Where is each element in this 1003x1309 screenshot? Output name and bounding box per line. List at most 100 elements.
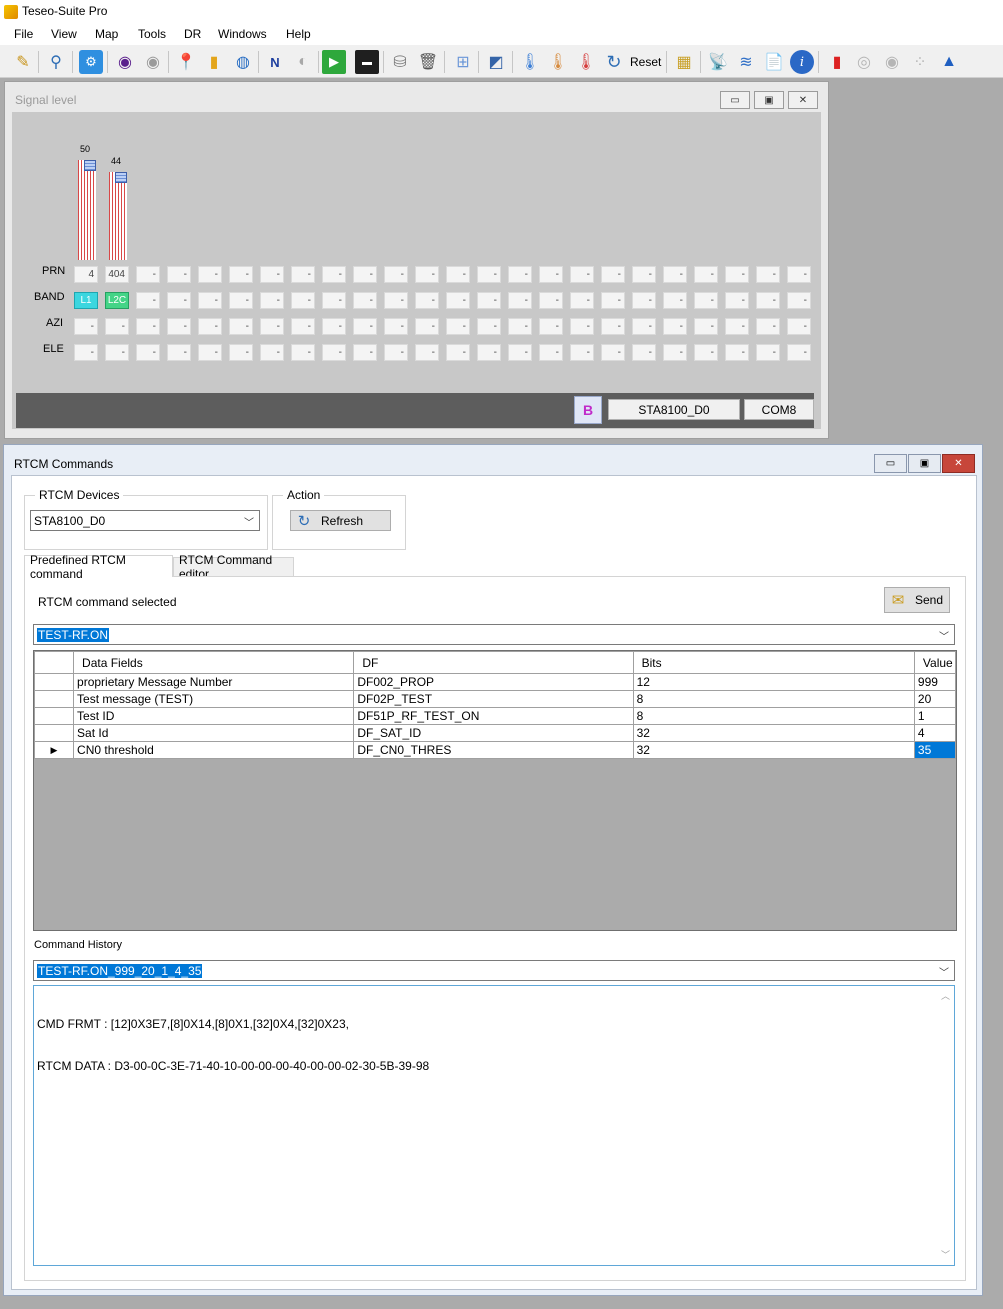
band-empty-cell: - — [260, 292, 284, 309]
command-history-select[interactable]: TEST-RF.ON_999_20_1_4_35 ﹀ — [33, 960, 955, 981]
table-row-current[interactable]: ▶ CN0 threshold DF_CN0_THRES 32 35 — [33, 741, 957, 759]
terminal-icon[interactable]: ▬ — [355, 50, 379, 74]
toolbar-separator — [818, 51, 819, 73]
ele-empty-cell: - — [446, 344, 470, 361]
close-button[interactable]: ✕ — [788, 91, 818, 109]
scroll-up-icon[interactable]: ︿ — [941, 989, 950, 1003]
edit-notepad-icon[interactable]: ✎ — [11, 50, 35, 74]
menu-help[interactable]: Help — [286, 27, 311, 41]
table-row[interactable]: Test message (TEST) DF02P_TEST 8 20 — [33, 690, 957, 708]
search-icon[interactable]: ⚲ — [44, 50, 68, 74]
value-cell[interactable]: 999 — [913, 673, 957, 691]
prn-empty-cell: - — [477, 266, 501, 283]
app-logo-icon — [4, 5, 18, 19]
restore-button[interactable]: ▣ — [754, 91, 784, 109]
band-empty-cell: - — [384, 292, 408, 309]
settings-gear-icon[interactable]: ⚙ — [79, 50, 103, 74]
menu-tools[interactable]: Tools — [138, 27, 166, 41]
value-cell-selected[interactable]: 35 — [913, 741, 957, 759]
satellite-window-icon[interactable]: ◩ — [484, 50, 508, 74]
tab-predefined-rtcm-command[interactable]: Predefined RTCM command — [24, 553, 173, 581]
document-chart-icon[interactable]: 📄 — [762, 50, 786, 74]
menu-view[interactable]: View — [51, 27, 77, 41]
eye-disabled-icon[interactable]: ◉ — [141, 50, 165, 74]
df-cell: DF51P_RF_TEST_ON — [353, 707, 634, 725]
trash-icon[interactable]: 🗑 — [416, 50, 440, 74]
antenna-icon[interactable]: 📡 — [706, 50, 730, 74]
value-cell[interactable]: 4 — [913, 724, 957, 742]
nmea-disabled-icon[interactable]: ◐ — [291, 50, 315, 74]
play-icon[interactable]: ▶ — [322, 50, 346, 74]
rtcm-device-select[interactable]: STA8100_D0 ﹀ — [30, 510, 260, 531]
toolbar-separator — [383, 51, 384, 73]
current-row-arrow-icon[interactable]: ▶ — [33, 741, 75, 759]
menu-file[interactable]: File — [14, 27, 33, 41]
ele-empty-cell: - — [322, 344, 346, 361]
map-layers-icon[interactable]: ▦ — [672, 50, 696, 74]
reset-icon[interactable]: ↻ — [602, 50, 626, 74]
command-output-textarea[interactable]: CMD FRMT : [12]0X3E7,[8]0X14,[8]0X1,[32]… — [33, 985, 955, 1266]
column-header-df[interactable]: DF — [353, 651, 634, 674]
warning-triangle-icon[interactable]: ▲ — [937, 50, 961, 74]
table-row[interactable]: Test ID DF51P_RF_TEST_ON 8 1 — [33, 707, 957, 725]
rtcm-command-select[interactable]: TEST-RF.ON ﹀ — [33, 624, 955, 645]
menu-dr[interactable]: DR — [184, 27, 201, 41]
band-empty-cell: - — [477, 292, 501, 309]
minimize-button[interactable]: ▭ — [874, 454, 907, 473]
nmea-icon[interactable]: N — [263, 50, 287, 74]
thermometer-hot-icon[interactable]: 🌡 — [574, 50, 598, 74]
prn-empty-cell: - — [384, 266, 408, 283]
value-cell[interactable]: 20 — [913, 690, 957, 708]
restore-button[interactable]: ▣ — [908, 454, 941, 473]
predefined-command-panel: RTCM command selected ✉ Send TEST-RF.ON … — [24, 576, 966, 1281]
row-header-corner — [33, 651, 75, 674]
map-pin-icon[interactable]: 📍 — [174, 50, 198, 74]
rtcm-devices-group: RTCM Devices STA8100_D0 ﹀ — [24, 488, 268, 550]
com-port-box: COM8 — [744, 399, 814, 420]
azi-empty-cell: - — [508, 318, 532, 335]
row-selector[interactable] — [33, 673, 75, 691]
info-icon[interactable]: i — [790, 50, 814, 74]
scroll-down-icon[interactable]: ﹀ — [941, 1248, 950, 1262]
row-selector[interactable] — [33, 690, 75, 708]
database-icon[interactable]: ⛁ — [388, 50, 412, 74]
send-mail-icon: ✉ — [891, 592, 905, 609]
table-row[interactable]: Sat Id DF_SAT_ID 32 4 — [33, 724, 957, 742]
row-selector[interactable] — [33, 724, 75, 742]
bar-chart-icon[interactable]: ▮ — [202, 50, 226, 74]
thermometer-cold-icon[interactable]: 🌡 — [518, 50, 542, 74]
ele-empty-cell: - — [415, 344, 439, 361]
chevron-down-icon[interactable]: ﹀ — [939, 628, 949, 643]
signal-wave-icon[interactable]: ≋ — [734, 50, 758, 74]
app-title-bar: Teseo-Suite Pro — [0, 0, 1003, 23]
chevron-down-icon[interactable]: ﹀ — [244, 514, 254, 529]
value-cell[interactable]: 1 — [913, 707, 957, 725]
table-row[interactable]: proprietary Message Number DF002_PROP 12… — [33, 673, 957, 691]
ele-empty-cell: - — [384, 344, 408, 361]
satellites-disabled-icon[interactable]: ⁘ — [908, 50, 932, 74]
signal-bar-value: 50 — [80, 144, 91, 154]
row-selector[interactable] — [33, 707, 75, 725]
minimize-button[interactable]: ▭ — [720, 91, 750, 109]
disabled-tool-icon[interactable]: ◎ — [852, 50, 876, 74]
chevron-down-icon[interactable]: ﹀ — [939, 964, 949, 979]
menu-windows[interactable]: Windows — [218, 27, 267, 41]
menu-map[interactable]: Map — [95, 27, 118, 41]
globe-icon[interactable]: ◍ — [231, 50, 255, 74]
thermometer-warm-icon[interactable]: 🌡 — [546, 50, 570, 74]
column-header-value[interactable]: Value — [913, 651, 957, 674]
close-button[interactable]: ✕ — [942, 454, 975, 473]
tab-rtcm-command-editor[interactable]: RTCM Command editor — [173, 553, 294, 581]
column-header-data-fields[interactable]: Data Fields — [73, 651, 355, 674]
send-button[interactable]: ✉ Send — [884, 587, 950, 613]
eye-search-disabled-icon[interactable]: ◉ — [880, 50, 904, 74]
band-empty-cell: - — [229, 292, 253, 309]
graph-icon[interactable]: ⊞ — [451, 50, 475, 74]
column-header-bits[interactable]: Bits — [632, 651, 915, 674]
signal-stop-icon[interactable]: ▮ — [825, 50, 849, 74]
refresh-button[interactable]: ↻ Refresh — [290, 510, 391, 531]
reset-label[interactable]: Reset — [630, 55, 661, 69]
board-config-icon[interactable]: B — [574, 396, 602, 424]
vertical-scrollbar[interactable]: ︿ ﹀ — [938, 987, 953, 1264]
eye-icon[interactable]: ◉ — [113, 50, 137, 74]
